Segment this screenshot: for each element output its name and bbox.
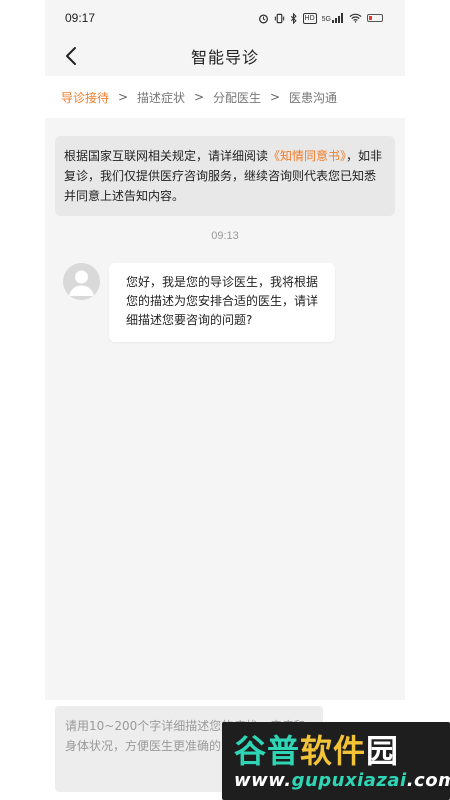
net-label: 5G: [321, 16, 331, 23]
watermark-brand: 谷普软件园: [234, 726, 399, 772]
chat-timestamp: 09:13: [211, 230, 239, 242]
signal-5g-icon: 5G: [322, 13, 344, 23]
consent-form-link[interactable]: 《知情同意书》: [268, 149, 346, 163]
vibrate-icon: [274, 13, 284, 23]
step-assign-doctor: 分配医生: [213, 90, 262, 105]
chat-area[interactable]: 根据国家互联网相关规定，请详细阅读《知情同意书》，如非复诊，我们仅提供医疗咨询服…: [45, 118, 405, 700]
step-chevron-icon: >: [194, 90, 205, 104]
watermark-url-part2: gupuxiazai: [291, 770, 407, 791]
nav-bar: 智能导诊: [45, 36, 405, 76]
consent-notice: 根据国家互联网相关规定，请详细阅读《知情同意书》，如非复诊，我们仅提供医疗咨询服…: [55, 136, 395, 216]
page-title: 智能导诊: [190, 48, 259, 67]
status-time: 09:17: [65, 11, 96, 25]
doctor-avatar-icon: [63, 263, 100, 300]
step-chevron-icon: >: [117, 90, 129, 104]
watermark-brand-part1: 谷普: [234, 732, 301, 770]
back-button[interactable]: [59, 44, 83, 68]
watermark-brand-part3: 园: [366, 732, 400, 770]
alarm-icon: [258, 13, 268, 23]
step-reception: 导诊接待: [61, 90, 110, 105]
chevron-left-icon: [66, 47, 76, 65]
watermark-logo: 谷普软件园 www.gupuxiazai.com: [222, 722, 450, 800]
phone-screen: 09:17 HD 5G 智能导诊 导诊接待 > 描述症状 > 分配医生 > 医患…: [0, 0, 450, 800]
watermark-url-part1: www.: [234, 770, 292, 791]
progress-steps: 导诊接待 > 描述症状 > 分配医生 > 医患沟通: [45, 76, 405, 118]
bluetooth-icon: [290, 12, 297, 24]
watermark-brand-part2: 软件: [300, 732, 367, 770]
notice-text-before: 根据国家互联网相关规定，请详细阅读: [64, 149, 269, 163]
hd-icon: HD: [302, 12, 317, 24]
step-chevron-icon: >: [270, 90, 281, 104]
step-doctor-communication: 医患沟通: [289, 90, 338, 105]
watermark-url: www.gupuxiazai.com: [234, 770, 450, 791]
doctor-message-bubble: 您好，我是您的导诊医生，我将根据您的描述为您安排合适的医生，请详细描述您要咨询的…: [109, 263, 335, 342]
battery-low-icon: [367, 14, 383, 22]
status-bar: 09:17 HD 5G: [45, 0, 405, 36]
step-describe-symptoms: 描述症状: [137, 90, 186, 105]
wifi-icon: [349, 13, 362, 23]
watermark-url-part3: .com: [406, 770, 450, 791]
status-icons: HD 5G: [258, 12, 383, 24]
